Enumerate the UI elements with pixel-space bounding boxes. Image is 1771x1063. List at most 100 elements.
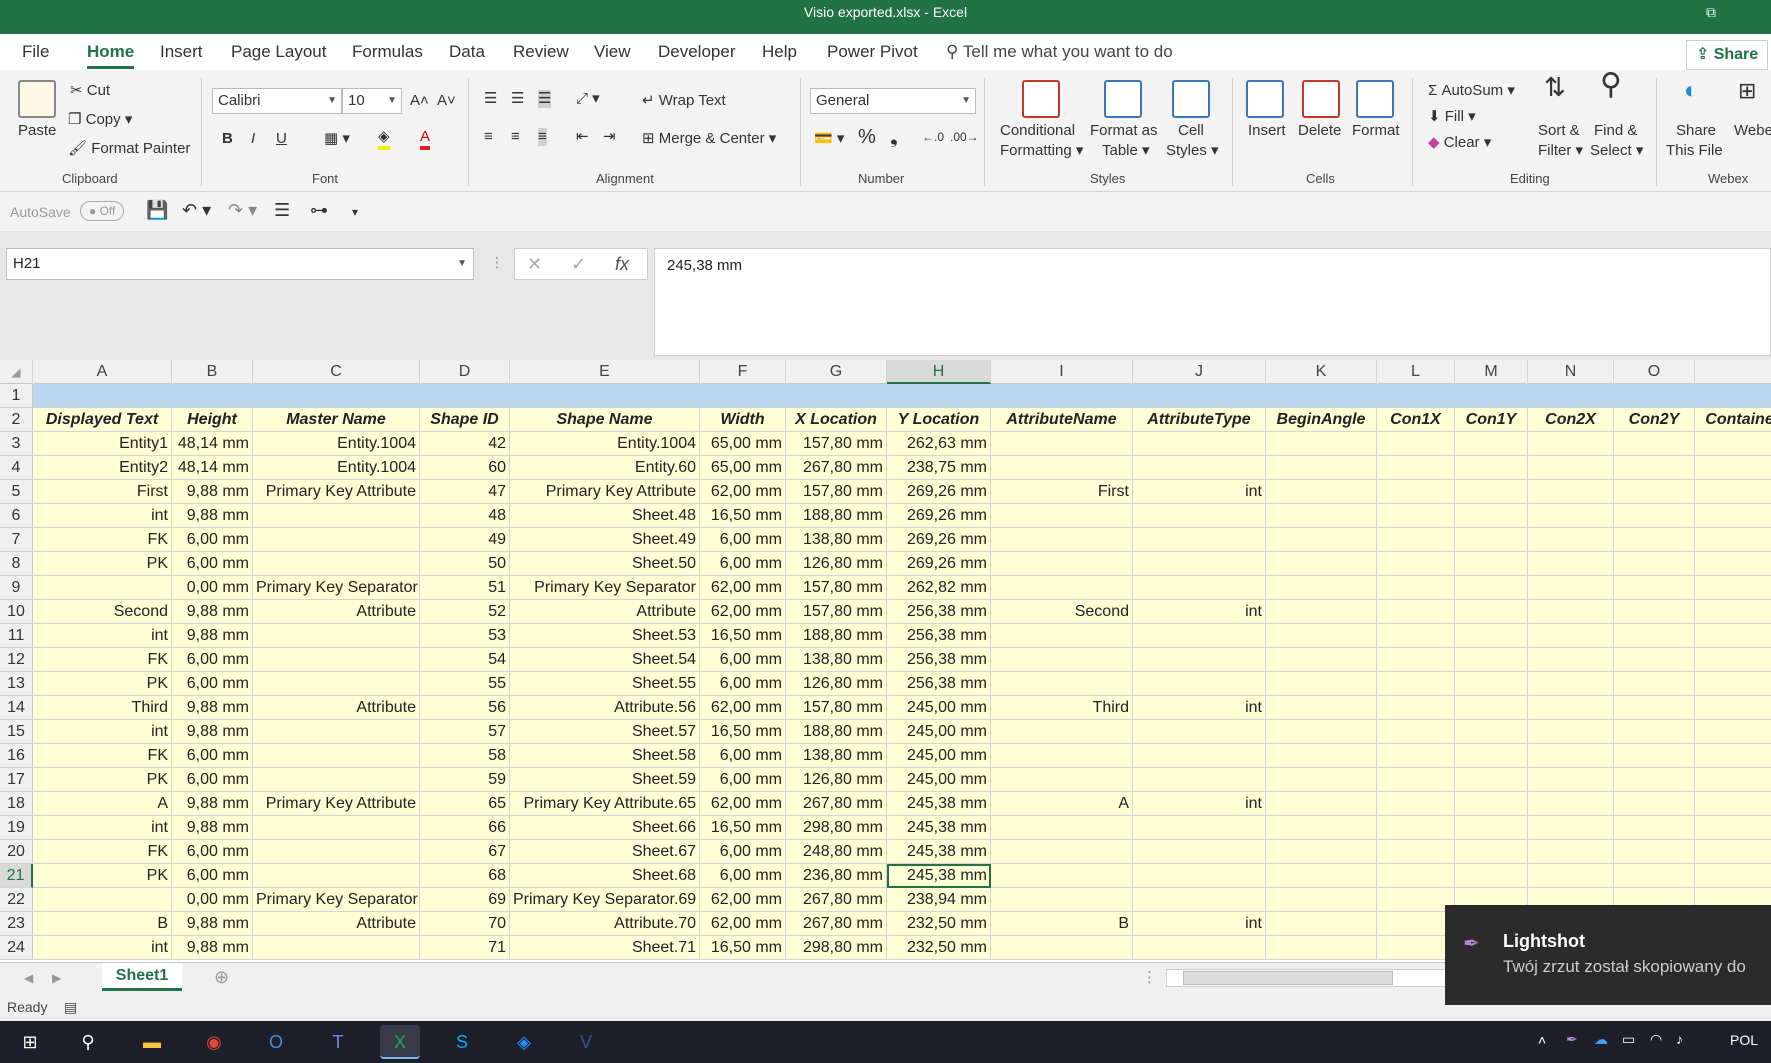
table-cell[interactable] <box>1266 552 1377 576</box>
table-cell[interactable] <box>1695 648 1771 672</box>
table-cell[interactable] <box>1455 552 1528 576</box>
paste-button[interactable]: Paste <box>18 122 56 140</box>
find-select-icon[interactable]: ⚲ <box>1600 70 1622 100</box>
autosave-toggle[interactable]: ● Off <box>80 201 125 221</box>
table-cell[interactable]: Primary Key Separator.69 <box>510 888 700 912</box>
bold-button[interactable]: B <box>222 130 233 148</box>
table-cell[interactable]: Second <box>991 600 1133 624</box>
table-cell[interactable] <box>1455 600 1528 624</box>
row-header-7[interactable]: 7 <box>0 528 33 552</box>
redo-icon[interactable]: ↷ ▾ <box>228 201 257 219</box>
table-cell[interactable] <box>991 432 1133 456</box>
table-cell[interactable]: 16,50 mm <box>700 720 786 744</box>
lightshot-toast[interactable]: ✒ Lightshot Twój zrzut został skopiowany… <box>1445 905 1771 1005</box>
table-cell[interactable]: Sheet.48 <box>510 504 700 528</box>
table-cell[interactable]: 6,00 mm <box>172 768 253 792</box>
table-header-cell[interactable]: AttributeType <box>1133 408 1266 432</box>
format-cells-icon[interactable] <box>1356 80 1394 118</box>
table-header-cell[interactable]: Con1X <box>1377 408 1455 432</box>
scroll-thumb[interactable] <box>1183 971 1393 985</box>
table-cell[interactable] <box>1377 840 1455 864</box>
table-cell[interactable] <box>1266 912 1377 936</box>
prev-sheet-icon[interactable]: ◀ <box>24 969 33 987</box>
table-cell[interactable]: 157,80 mm <box>786 432 887 456</box>
table-cell[interactable] <box>1455 648 1528 672</box>
table-cell[interactable] <box>1455 744 1528 768</box>
share-button[interactable]: ⇪ Share <box>1686 40 1768 70</box>
split-handle-icon[interactable]: ⋮ <box>1142 969 1157 987</box>
table-cell[interactable]: FK <box>33 840 172 864</box>
column-header-f[interactable]: F <box>700 360 786 384</box>
table-cell[interactable] <box>1528 552 1614 576</box>
table-cell[interactable] <box>253 504 420 528</box>
maps-icon[interactable]: ◈ <box>504 1025 544 1059</box>
row-header-16[interactable]: 16 <box>0 744 33 768</box>
table-cell[interactable] <box>1528 672 1614 696</box>
table-cell[interactable]: 256,38 mm <box>887 672 991 696</box>
table-cell[interactable]: 16,50 mm <box>700 504 786 528</box>
table-cell[interactable]: int <box>33 816 172 840</box>
table-cell[interactable] <box>1133 456 1266 480</box>
next-sheet-icon[interactable]: ▶ <box>52 969 61 987</box>
table-cell[interactable] <box>1695 840 1771 864</box>
table-cell[interactable]: 6,00 mm <box>700 840 786 864</box>
font-name-combo[interactable]: Calibri ▼ <box>212 88 342 114</box>
table-cell[interactable]: 9,88 mm <box>172 504 253 528</box>
column-header-a[interactable]: A <box>33 360 172 384</box>
table-cell[interactable]: 54 <box>420 648 510 672</box>
table-cell[interactable]: 256,38 mm <box>887 600 991 624</box>
row-header-11[interactable]: 11 <box>0 624 33 648</box>
language-indicator[interactable]: POL <box>1730 1032 1758 1048</box>
table-cell[interactable] <box>1695 744 1771 768</box>
wifi-icon[interactable]: ◠ <box>1650 1031 1662 1048</box>
table-cell[interactable] <box>1614 816 1695 840</box>
table-cell[interactable]: 256,38 mm <box>887 624 991 648</box>
table-cell[interactable] <box>1133 744 1266 768</box>
table-cell[interactable]: 245,00 mm <box>887 720 991 744</box>
tell-me-search[interactable]: ⚲ Tell me what you want to do <box>946 42 1173 62</box>
table-header-cell[interactable]: Con1Y <box>1455 408 1528 432</box>
table-cell[interactable] <box>253 864 420 888</box>
table-cell[interactable]: First <box>33 480 172 504</box>
table-cell[interactable] <box>1266 864 1377 888</box>
table-cell[interactable] <box>253 744 420 768</box>
table-cell[interactable]: 6,00 mm <box>172 648 253 672</box>
table-cell[interactable]: 269,26 mm <box>887 552 991 576</box>
table-cell[interactable] <box>1377 552 1455 576</box>
table-cell[interactable]: 6,00 mm <box>172 864 253 888</box>
increase-decimal-icon[interactable]: ←.0 <box>922 128 944 146</box>
table-cell[interactable] <box>1528 600 1614 624</box>
table-cell[interactable] <box>1266 792 1377 816</box>
table-cell[interactable]: 126,80 mm <box>786 768 887 792</box>
table-cell[interactable] <box>1455 672 1528 696</box>
table-cell[interactable] <box>991 888 1133 912</box>
table-cell[interactable]: 67 <box>420 840 510 864</box>
insert-function-icon[interactable]: fx <box>615 249 629 279</box>
table-cell[interactable]: 9,88 mm <box>172 600 253 624</box>
table-cell[interactable]: 71 <box>420 936 510 960</box>
table-cell[interactable] <box>991 768 1133 792</box>
table-cell[interactable] <box>1455 720 1528 744</box>
hierarchy-icon[interactable]: ⊶ <box>310 201 328 219</box>
column-header-o[interactable]: O <box>1614 360 1695 384</box>
table-cell[interactable] <box>1528 648 1614 672</box>
table-cell[interactable] <box>1528 576 1614 600</box>
table-cell[interactable] <box>1266 816 1377 840</box>
table-header-cell[interactable]: Con2Y <box>1614 408 1695 432</box>
table-cell[interactable] <box>253 672 420 696</box>
table-cell[interactable] <box>33 576 172 600</box>
row-header-1[interactable]: 1 <box>0 384 33 408</box>
table-cell[interactable]: Attribute <box>253 912 420 936</box>
table-cell[interactable]: 53 <box>420 624 510 648</box>
row-header-18[interactable]: 18 <box>0 792 33 816</box>
table-cell[interactable]: Primary Key Separator <box>253 576 420 600</box>
table-cell[interactable]: int <box>1133 792 1266 816</box>
table-cell[interactable] <box>1266 528 1377 552</box>
table-cell[interactable]: int <box>1133 912 1266 936</box>
formula-input[interactable]: 245,38 mm <box>654 248 1771 356</box>
table-cell[interactable] <box>1614 624 1695 648</box>
table-cell[interactable]: 6,00 mm <box>700 744 786 768</box>
table-cell[interactable]: 6,00 mm <box>700 864 786 888</box>
table-cell[interactable] <box>1455 696 1528 720</box>
tab-file[interactable]: File <box>22 42 49 62</box>
